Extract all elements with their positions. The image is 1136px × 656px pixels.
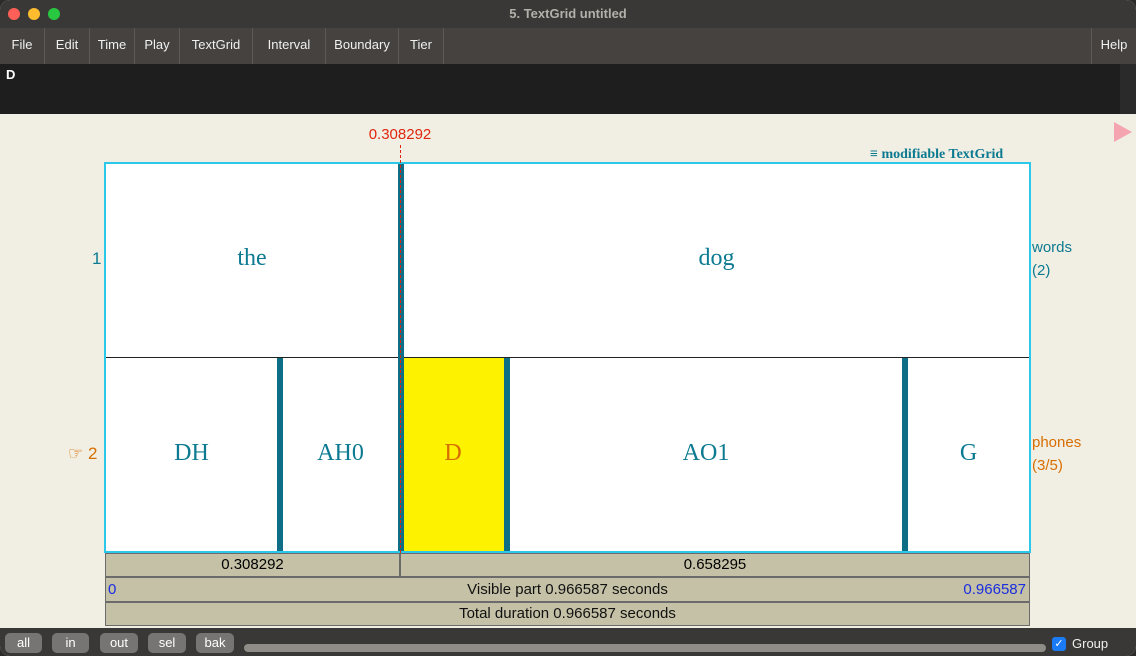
menu-edit[interactable]: Edit xyxy=(45,28,90,64)
interval-dog[interactable]: dog xyxy=(404,245,1029,272)
group-checkbox[interactable]: ✓ xyxy=(1052,637,1066,651)
interval-text-editor[interactable]: D xyxy=(0,64,1120,114)
modifiable-textgrid-label: ≡ modifiable TextGrid xyxy=(870,147,1004,162)
play-icon[interactable] xyxy=(1114,122,1132,142)
tier-name-phones[interactable]: phones (3/5) xyxy=(1032,431,1081,477)
lines-icon: ≡ xyxy=(870,147,878,162)
pointing-hand-icon: ☞ xyxy=(68,444,84,463)
zoom-all-button[interactable]: all xyxy=(5,633,42,653)
visible-start-time: 0 xyxy=(108,581,117,598)
interval-g[interactable]: G xyxy=(908,440,1029,467)
interval-ah0[interactable]: AH0 xyxy=(283,440,398,467)
menu-time[interactable]: Time xyxy=(90,28,135,64)
interval-the[interactable]: the xyxy=(106,245,398,272)
menu-textgrid[interactable]: TextGrid xyxy=(180,28,253,64)
window-title: 5. TextGrid untitled xyxy=(509,6,627,21)
menu-interval[interactable]: Interval xyxy=(253,28,326,64)
tier-number-1: 1 xyxy=(92,249,102,268)
interval-d[interactable]: D xyxy=(402,440,504,467)
zoom-out-button[interactable]: out xyxy=(100,633,138,653)
menu-tier[interactable]: Tier xyxy=(399,28,444,64)
tier-divider xyxy=(106,357,1029,358)
total-duration-label: Total duration 0.966587 seconds xyxy=(459,605,676,622)
title-bar: 5. TextGrid untitled xyxy=(0,0,1136,28)
total-duration-bar[interactable]: Total duration 0.966587 seconds xyxy=(105,602,1030,626)
menu-help[interactable]: Help xyxy=(1091,28,1136,64)
praat-textgrid-window: 5. TextGrid untitled File Edit Time Play… xyxy=(0,0,1136,656)
cursor-line xyxy=(400,145,401,553)
interval-dh[interactable]: DH xyxy=(106,440,277,467)
zoom-in-button[interactable]: in xyxy=(52,633,89,653)
horizontal-scrollbar[interactable] xyxy=(244,644,1046,652)
zoom-back-button[interactable]: bak xyxy=(196,633,234,653)
menu-play[interactable]: Play xyxy=(135,28,180,64)
visible-part-label: Visible part 0.966587 seconds xyxy=(467,581,668,598)
editor-text: D xyxy=(6,67,16,82)
visible-end-time: 0.966587 xyxy=(963,581,1026,598)
tier-name-words[interactable]: words (2) xyxy=(1032,236,1072,282)
cursor-time-label: 0.308292 xyxy=(368,126,432,143)
interval-ao1[interactable]: AO1 xyxy=(510,440,902,467)
menu-bar: File Edit Time Play TextGrid Interval Bo… xyxy=(0,28,1136,64)
visible-part-bar[interactable]: 0 Visible part 0.966587 seconds 0.966587 xyxy=(105,577,1030,602)
group-label: Group xyxy=(1072,636,1109,651)
zoom-selection-button[interactable]: sel xyxy=(148,633,186,653)
tier-number-2: ☞ 2 xyxy=(68,444,98,463)
segment-right-duration[interactable]: 0.658295 xyxy=(400,553,1030,577)
editor-scrollbar[interactable] xyxy=(1120,64,1136,114)
segment-left-duration[interactable]: 0.308292 xyxy=(105,553,400,577)
menu-boundary[interactable]: Boundary xyxy=(326,28,399,64)
menu-file[interactable]: File xyxy=(0,28,45,64)
boundary-at-cursor[interactable] xyxy=(398,164,404,551)
